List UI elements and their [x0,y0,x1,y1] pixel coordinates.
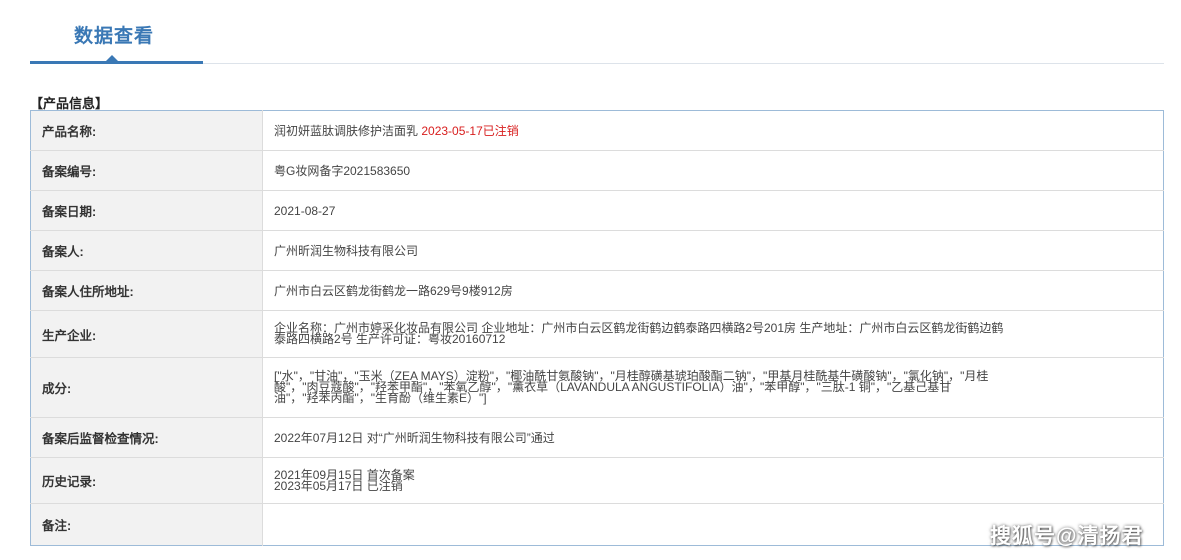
table-row: 备案后监督检查情况: 2022年07月12日 对“广州昕润生物科技有限公司”通过 [30,417,1164,458]
value-history: 2021年09月15日 首次备案 2023年05月17日 已注销 [262,457,1164,504]
label-registrant: 备案人: [30,230,263,271]
watermark: 搜狐号@清扬君 [990,525,1144,548]
manufacturer-line: 泰路四横路2号 生产许可证：粤妆20160712 [274,332,506,346]
label-notes: 备注: [30,503,263,546]
table-row: 备案日期: 2021-08-27 [30,190,1164,231]
label-product-name: 产品名称: [30,110,263,151]
table-row: 备案人住所地址: 广州市白云区鹤龙街鹤龙一路629号9楼912房 [30,270,1164,311]
product-name-text: 润初妍蓝肽调肤修护洁面乳 [274,123,419,138]
label-record-no: 备案编号: [30,150,263,191]
value-product-name: 润初妍蓝肽调肤修护洁面乳 2023-05-17已注销 [262,110,1164,151]
value-registrant: 广州昕润生物科技有限公司 [262,230,1164,271]
tab-divider [203,63,1164,64]
label-address: 备案人住所地址: [30,270,263,311]
label-manufacturer: 生产企业: [30,310,263,358]
value-manufacturer: 企业名称：广州市婷采化妆品有限公司 企业地址：广州市白云区鹤龙街鹤边鹤泰路四横路… [262,310,1164,358]
value-ingredients: ["水"，"甘油"，"玉米（ZEA MAYS）淀粉"，"椰油酰甘氨酸钠"，"月桂… [262,357,1164,418]
tab-bar: 数据查看 [30,0,1164,65]
table-row: 备案人: 广州昕润生物科技有限公司 [30,230,1164,271]
label-record-date: 备案日期: [30,190,263,231]
label-inspection: 备案后监督检查情况: [30,417,263,458]
label-ingredients: 成分: [30,357,263,418]
tab-data-view[interactable]: 数据查看 [74,21,154,48]
table-row: 产品名称: 润初妍蓝肽调肤修护洁面乳 2023-05-17已注销 [30,110,1164,151]
history-entry: 2023年05月17日 已注销 [274,478,403,493]
value-record-no: 粤G妆网备字2021583650 [262,150,1164,191]
product-info-table: 产品名称: 润初妍蓝肽调肤修护洁面乳 2023-05-17已注销 备案编号: 粤… [30,110,1164,546]
ingredients-line: 油"，"羟苯丙酯"，"生育酚（维生素E）"] [274,391,487,405]
value-address: 广州市白云区鹤龙街鹤龙一路629号9楼912房 [262,270,1164,311]
table-row: 历史记录: 2021年09月15日 首次备案 2023年05月17日 已注销 [30,457,1164,504]
active-tab-underline [30,61,203,64]
table-row: 成分: ["水"，"甘油"，"玉米（ZEA MAYS）淀粉"，"椰油酰甘氨酸钠"… [30,357,1164,418]
value-inspection: 2022年07月12日 对“广州昕润生物科技有限公司”通过 [262,417,1164,458]
table-row: 生产企业: 企业名称：广州市婷采化妆品有限公司 企业地址：广州市白云区鹤龙街鹤边… [30,310,1164,358]
value-record-date: 2021-08-27 [262,190,1164,231]
table-row: 备案编号: 粤G妆网备字2021583650 [30,150,1164,191]
product-status: 2023-05-17已注销 [421,123,519,138]
label-history: 历史记录: [30,457,263,504]
